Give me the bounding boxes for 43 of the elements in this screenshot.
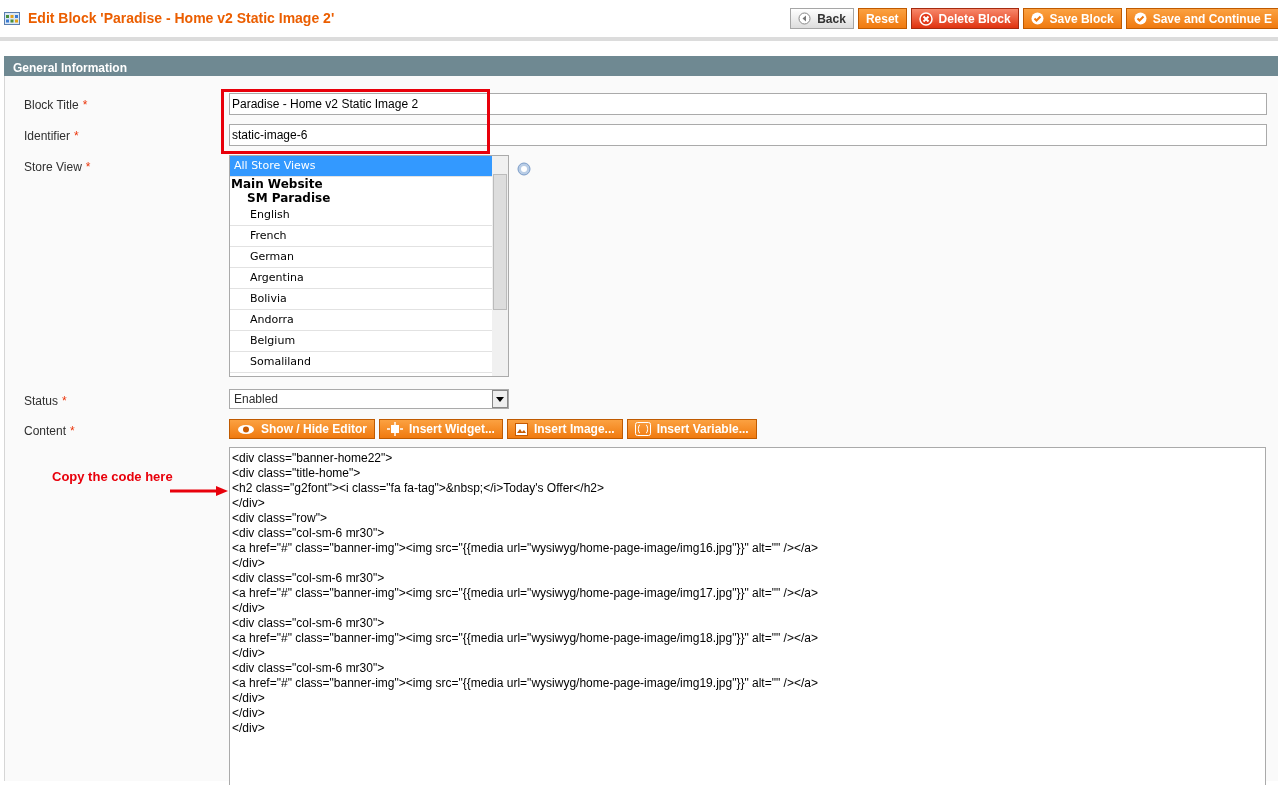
required-mark: * [70,424,75,438]
list-option[interactable]: French [230,226,492,247]
section-header: General Information [4,56,1278,76]
variable-icon [634,422,651,436]
required-mark: * [85,160,91,174]
back-button[interactable]: Back [790,8,854,29]
field-label: Identifier [24,129,71,143]
required-mark: * [74,129,79,143]
required-mark: * [82,98,88,112]
required-mark: * [62,394,67,408]
check-icon [1133,12,1147,25]
image-icon [514,422,528,436]
status-select[interactable]: Enabled [229,389,509,409]
list-option[interactable]: Somaliland [230,352,492,373]
field-label: Content [24,424,67,438]
check-icon [1030,12,1044,25]
annotation-arrow [170,485,228,497]
annotation-text: Copy the code here [52,468,173,486]
list-option[interactable]: Andorra [230,310,492,331]
list-option[interactable]: German [230,247,492,268]
option-group-label: Main Website [230,177,324,191]
option-group-label: SM Paradise [246,191,332,205]
list-option[interactable]: English [230,205,492,226]
widget-icon [387,422,403,436]
content-editor[interactable]: <div class="banner-home22"> <div class="title-home"> <h2 class="g2font"><i class="fa fa-tag">&nbsp;</i>Today's Offer</h2> </div> <div class="row"> <div class="col-sm-6 mr30"> <a href="#" class="banner-img"><img src="{{media url="wysiwyg/home-page-image/img16.jpg"}}" alt="" /></a> </div> <div class="col-sm-6 mr30"> <a href="#" class="banner-img"><img src="{{media url="wysiwyg/home-page-image/img17.jpg"}}" alt="" /></a> </div> <div class="col-sm-6 mr30"> <a href="#" class="banner-img"><img src="{{media url="wysiwyg/home-page-image/img18.jpg"}}" alt="" /></a> </div> <div class="col-sm-6 mr30"> <a href="#" class="banner-img"><img src="{{media url="wysiwyg/home-page-image/img19.jpg"}}" alt="" /></a> </div> </div> </div> [229,447,1266,785]
grid-icon [4,12,20,25]
field-label: Store View [24,160,82,174]
help-icon[interactable] [517,161,531,176]
list-option[interactable]: Argentina [230,268,492,289]
eye-icon [237,423,255,435]
input-field[interactable]: Paradise - Home v2 Static Image 2 [229,93,1267,115]
store-view-listbox[interactable]: All Store Views Main Website SM Paradise English French German Argentina Bolivia Andorra Belgium Somaliland [229,155,509,377]
field-label: Block Title [24,98,79,112]
list-option[interactable]: Bolivia [230,289,492,310]
scrollbar[interactable] [492,156,508,376]
back-icon [798,12,812,25]
delete-button[interactable]: Delete Block [910,8,1019,29]
field-label: Status [24,394,59,408]
dropdown-icon [492,390,508,408]
input-field[interactable]: static-image-6 [229,124,1267,146]
close-icon [918,11,933,26]
list-option[interactable]: Belgium [230,331,492,352]
page-title: Edit Block 'Paradise - Home v2 Static Image 2' [28,9,335,28]
